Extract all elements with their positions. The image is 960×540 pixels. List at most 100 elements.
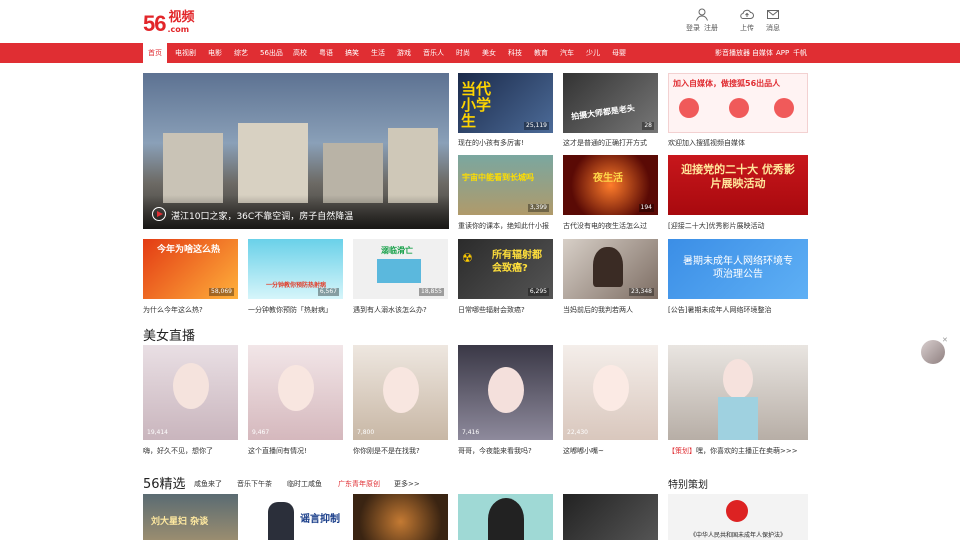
nav-item-movie[interactable]: 电影 <box>208 43 222 63</box>
live-caption[interactable]: 这嘟嘟小嘴~ <box>563 446 648 456</box>
promo-text: 加入自媒体，做搜狐56出品人 <box>673 79 781 88</box>
video-thumb[interactable]: 溺临滑亡 18,855 <box>353 239 448 299</box>
message-link[interactable]: 消息 <box>766 8 780 33</box>
nav-item-tech[interactable]: 科技 <box>508 43 522 63</box>
thumb-art-text: 拍摄大师都是老头 <box>570 103 636 122</box>
video-caption[interactable]: 古代没有电的夜生活怎么过 <box>563 221 658 231</box>
nav-item-cantonese[interactable]: 粤语 <box>319 43 333 63</box>
video-caption[interactable]: 遇到有人溺水该怎么办? <box>353 305 448 315</box>
nav-right-player[interactable]: 影音播放器 <box>715 43 750 63</box>
nav-item-kids[interactable]: 少儿 <box>586 43 600 63</box>
live-promo-thumb[interactable] <box>668 345 808 440</box>
more-link[interactable]: 更多>> <box>394 479 420 489</box>
live-caption[interactable]: 哥哥，今夜能来看我吗? <box>458 446 543 456</box>
cartoon-shape <box>488 498 524 540</box>
thumb-art-text: 今年为啥这么热 <box>157 245 221 255</box>
face-shape <box>173 363 209 409</box>
video-caption[interactable]: 这才是普通的正确打开方式 <box>563 138 658 148</box>
live-promo-caption[interactable]: 【策划】嘿，你喜欢的主播正在卖萌>>> <box>668 446 808 456</box>
promo-text: 迎接党的二十大 优秀影片展映活动 <box>681 163 795 190</box>
video-thumb[interactable]: 谣言抑制 <box>248 494 343 540</box>
category-link[interactable]: 音乐下午茶 <box>237 479 272 489</box>
nav-item-musician[interactable]: 音乐人 <box>423 43 444 63</box>
building-shape <box>323 143 383 203</box>
nav-right-qianfan[interactable]: 千帆 <box>793 43 807 63</box>
logo-number: 56 <box>143 11 167 36</box>
play-count: 6,295 <box>527 288 549 296</box>
live-thumb[interactable]: 7,416 <box>458 345 553 440</box>
hero-video[interactable]: 湛江10口之家，36C不靠空调，房子自然降温 <box>143 73 449 229</box>
video-caption[interactable]: [公告]暑期未成年人网络环境整治 <box>668 305 808 315</box>
upload-link[interactable]: 上传 <box>740 8 754 33</box>
caption-text: 嘿，你喜欢的主播正在卖萌>>> <box>696 447 798 455</box>
category-link[interactable]: 咸鱼来了 <box>194 479 222 489</box>
nav-item-college[interactable]: 高校 <box>293 43 307 63</box>
live-thumb[interactable]: 7,800 <box>353 345 448 440</box>
video-thumb[interactable] <box>458 494 553 540</box>
video-thumb[interactable]: 当代小学生 25,119 <box>458 73 553 133</box>
video-caption[interactable]: [迎接二十大]优秀影片展映活动 <box>668 221 808 231</box>
video-thumb[interactable] <box>563 494 658 540</box>
live-thumb[interactable]: 19,414 <box>143 345 238 440</box>
nav-item-home[interactable]: 首页 <box>143 43 167 63</box>
category-link[interactable]: 临时工咸鱼 <box>287 479 322 489</box>
thumb-art-text: 宇宙中能看到长城吗 <box>462 173 534 182</box>
live-caption[interactable]: 这个直播间有情况! <box>248 446 333 456</box>
promo-banner[interactable]: 暑期未成年人网络环境专项治理公告 <box>668 239 808 299</box>
body-shape <box>718 397 758 440</box>
nav-item-beauty[interactable]: 美女 <box>482 43 496 63</box>
play-count: 58,069 <box>209 288 234 296</box>
category-link[interactable]: 广东青年原创 <box>338 479 380 489</box>
video-thumb[interactable]: ☢ 所有辐射都会致癌? 6,295 <box>458 239 553 299</box>
video-caption[interactable]: 日常哪些辐射会致癌? <box>458 305 553 315</box>
register-label[interactable]: 注册 <box>704 23 718 33</box>
site-logo[interactable]: 56 视频 .com <box>143 10 195 36</box>
video-thumb[interactable]: 拍摄大师都是老头 28 <box>563 73 658 133</box>
live-thumb[interactable]: 22,430 <box>563 345 658 440</box>
thumb-image-block <box>377 259 421 283</box>
thumb-art-text: 溺临滑亡 <box>381 246 413 255</box>
nav-item-funny[interactable]: 搞笑 <box>345 43 359 63</box>
nav-item-edu[interactable]: 教育 <box>534 43 548 63</box>
video-caption[interactable]: 重读你的课本，绝知此什小报 <box>458 221 553 231</box>
live-caption[interactable]: 你你刚是不是在找我? <box>353 446 438 456</box>
nav-item-tv[interactable]: 电视剧 <box>175 43 196 63</box>
hero-caption[interactable]: 湛江10口之家，36C不靠空调，房子自然降温 <box>171 209 353 222</box>
close-icon[interactable]: ✕ <box>942 336 948 344</box>
nav-right-media[interactable]: 自媒体 <box>752 43 773 63</box>
promo-banner[interactable]: 迎接党的二十大 优秀影片展映活动 <box>668 155 808 215</box>
video-thumb[interactable]: 23,348 <box>563 239 658 299</box>
video-caption[interactable]: 欢迎加入搜狐视频自媒体 <box>668 138 808 148</box>
face-shape <box>278 365 314 411</box>
play-icon[interactable] <box>152 207 166 221</box>
nav-right-app[interactable]: APP <box>776 43 789 63</box>
video-caption[interactable]: 为什么今年这么热? <box>143 305 238 315</box>
video-thumb[interactable]: 一分钟教你预防热射病 6,567 <box>248 239 343 299</box>
login-link[interactable]: 登录 注册 <box>686 8 718 33</box>
nav-item-fashion[interactable]: 时尚 <box>456 43 470 63</box>
play-count: 25,119 <box>524 122 549 130</box>
video-caption[interactable]: 现在的小孩有多厉害! <box>458 138 553 148</box>
promo-banner[interactable]: 加入自媒体，做搜狐56出品人 <box>668 73 808 133</box>
live-thumb[interactable]: 9,467 <box>248 345 343 440</box>
video-thumb[interactable]: 《中华人民共和国未成年人保护法》 <box>668 494 808 540</box>
person-silhouette <box>268 502 294 540</box>
video-thumb[interactable]: 宇宙中能看到长城吗 3,399 <box>458 155 553 215</box>
nav-item-variety[interactable]: 综艺 <box>234 43 248 63</box>
nav-item-car[interactable]: 汽车 <box>560 43 574 63</box>
video-thumb[interactable] <box>353 494 448 540</box>
nav-item-mom[interactable]: 母婴 <box>612 43 626 63</box>
radiation-icon: ☢ <box>462 251 473 265</box>
jingxuan-title: 56精选 <box>143 477 186 492</box>
video-thumb[interactable]: 今年为啥这么热 58,069 <box>143 239 238 299</box>
message-label: 消息 <box>766 24 780 32</box>
video-caption[interactable]: 一分钟教你预防「热射病」 <box>248 305 343 315</box>
nav-item-game[interactable]: 游戏 <box>397 43 411 63</box>
video-caption[interactable]: 当妈前后的我判若两人 <box>563 305 658 315</box>
login-label[interactable]: 登录 <box>686 23 700 33</box>
nav-item-life[interactable]: 生活 <box>371 43 385 63</box>
video-thumb[interactable]: 刘大星妇 杂谈 <box>143 494 238 540</box>
live-caption[interactable]: 嗨，好久不见，想你了 <box>143 446 228 456</box>
nav-item-56[interactable]: 56出品 <box>260 43 283 63</box>
video-thumb[interactable]: 夜生活 194 <box>563 155 658 215</box>
